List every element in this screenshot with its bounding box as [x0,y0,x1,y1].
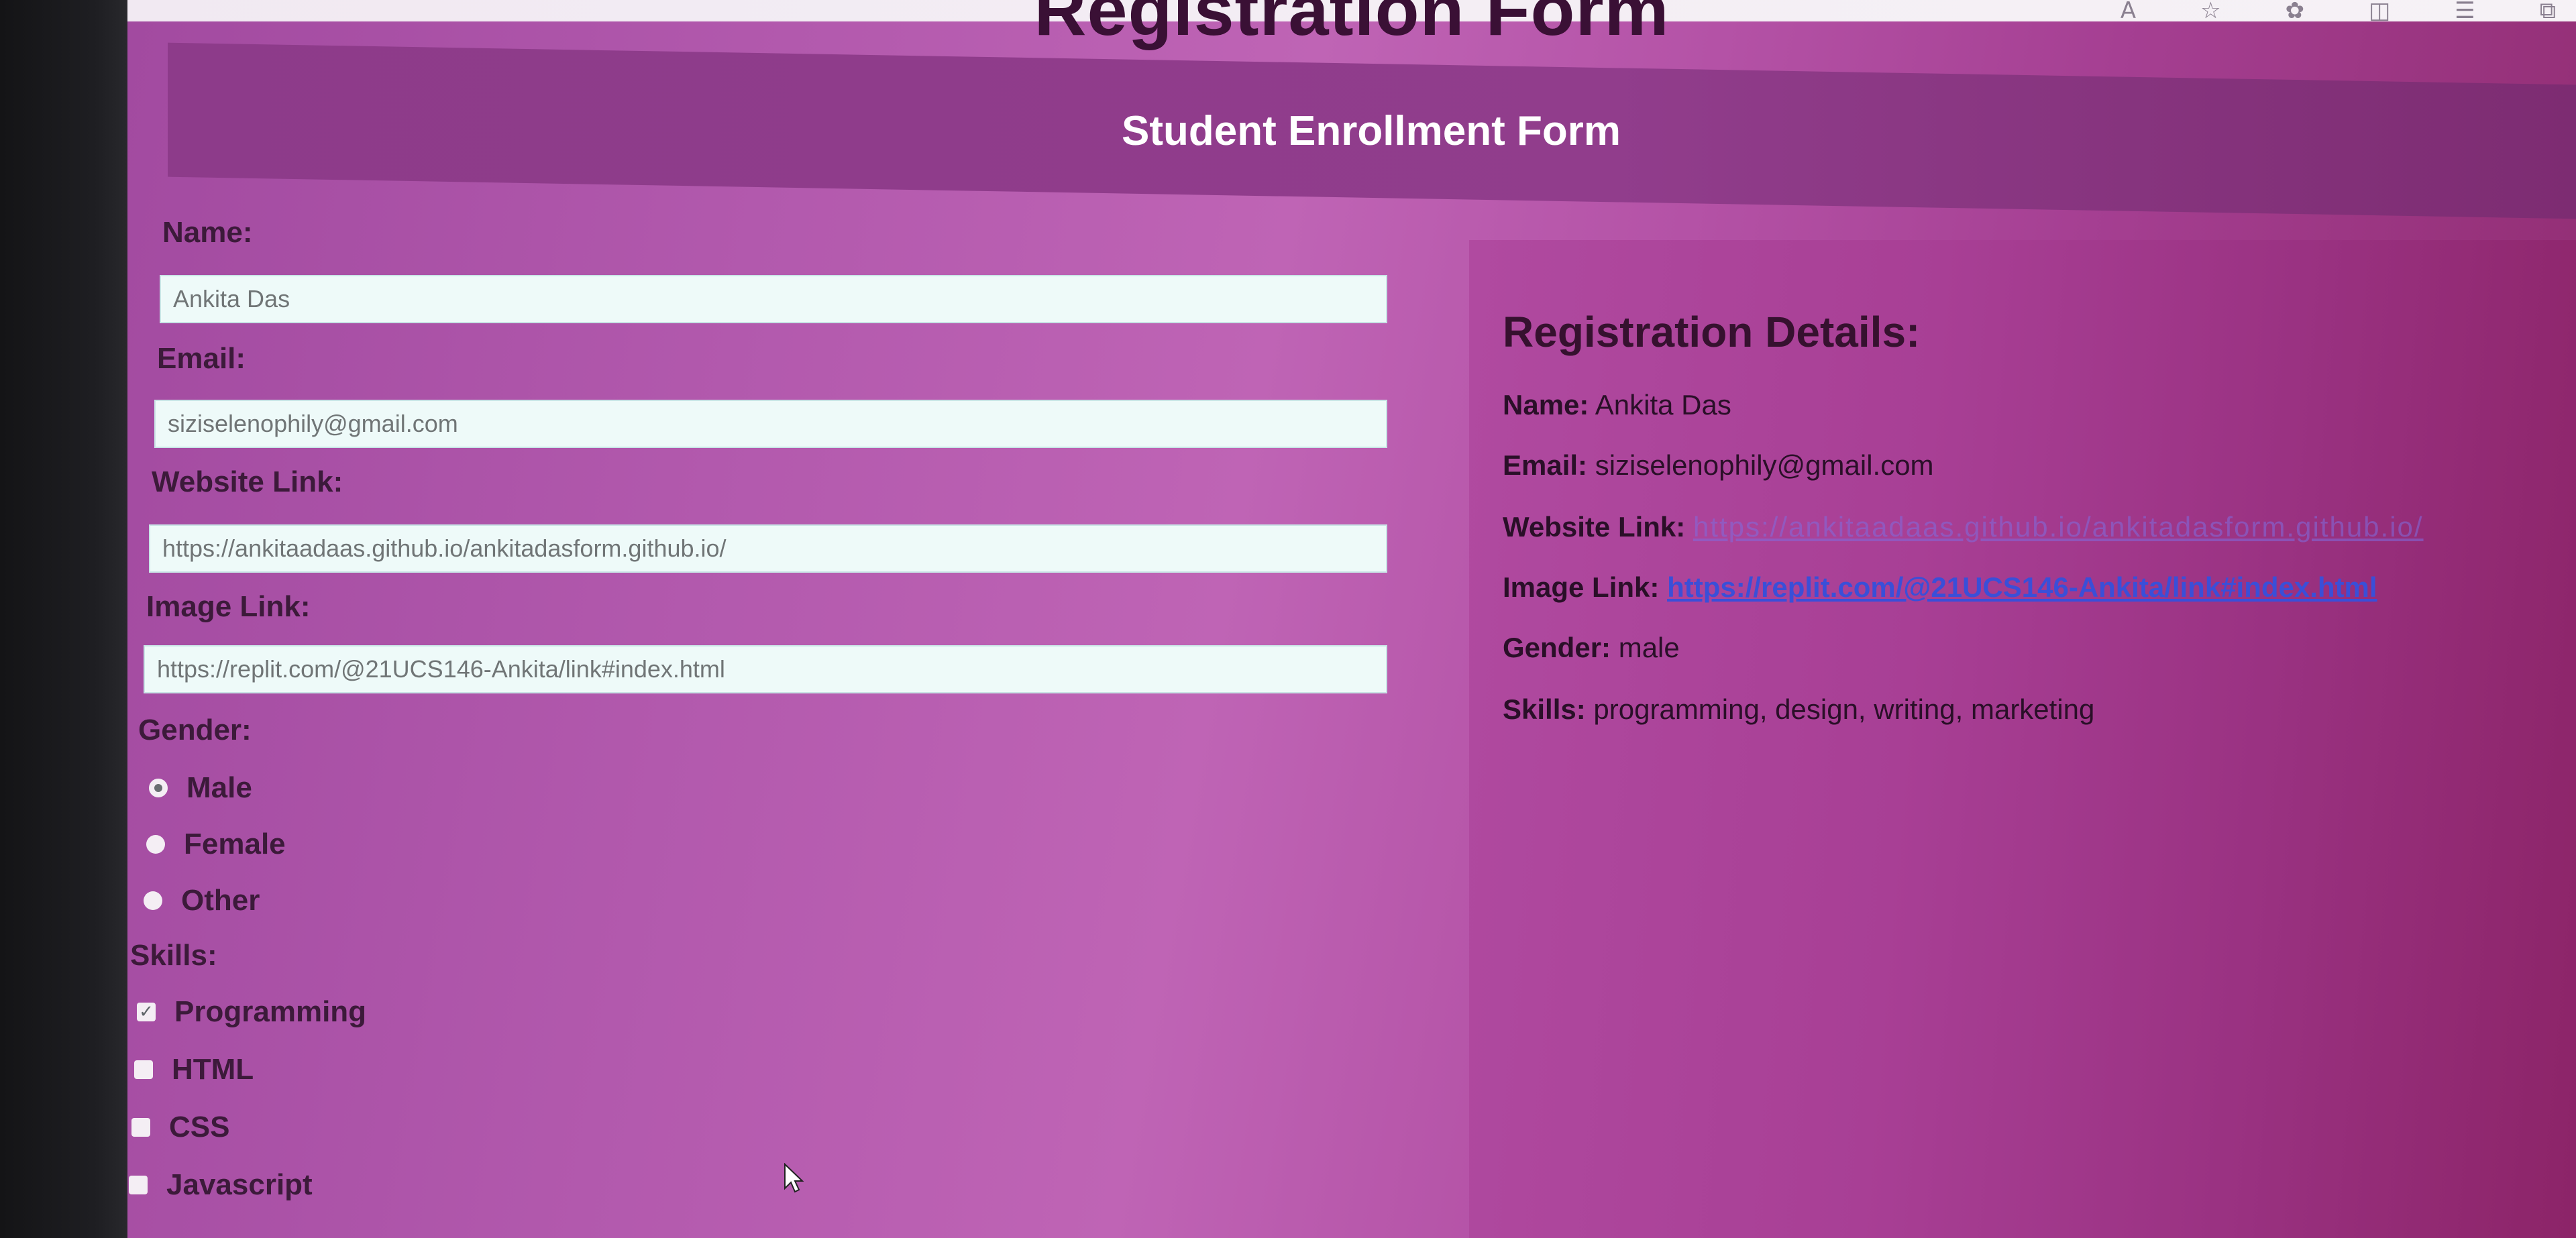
gender-label: Gender: [138,714,252,746]
radio-button[interactable] [146,835,165,854]
website-link[interactable]: https://ankitaadaas.github.io/ankitadasf… [1693,511,2424,543]
detail-email: Email: siziselenophily@gmail.com [1503,449,1934,482]
skills-label: Skills: [130,939,217,972]
detail-key: Website Link: [1503,511,1686,543]
image-link[interactable]: https://replit.com/@21UCS146-Ankita/link… [1667,571,2377,603]
radio-button-checked[interactable] [149,779,168,797]
details-title: Registration Details: [1503,308,1921,356]
monitor-bezel [0,0,134,1238]
detail-value: siziselenophily@gmail.com [1595,449,1934,481]
email-label: Email: [157,342,246,375]
detail-value: male [1618,632,1680,663]
detail-key: Name: [1503,389,1589,420]
page-title: Registration Form [1034,0,1670,50]
detail-value: programming, design, writing, marketing [1593,693,2095,725]
detail-key: Image Link: [1503,571,1660,603]
gender-option-other[interactable]: Other [144,884,260,917]
skill-option-label: CSS [169,1111,230,1143]
gender-option-label: Other [181,884,260,917]
detail-key: Gender: [1503,632,1611,663]
email-input[interactable]: siziselenophily@gmail.com [154,400,1387,448]
skill-option-programming[interactable]: ✓ Programming [137,995,366,1029]
detail-value: Ankita Das [1595,389,1731,420]
skill-option-javascript[interactable]: Javascript [129,1168,313,1202]
detail-key: Skills: [1503,693,1586,725]
detail-website: Website Link: https://ankitaadaas.github… [1503,511,2424,543]
skill-option-label: HTML [172,1053,254,1086]
registration-details-panel: Registration Details: Name: Ankita Das E… [1469,240,2576,1238]
skill-option-label: Programming [174,995,367,1028]
form-header-title: Student Enrollment Form [1122,107,1621,154]
website-input[interactable]: https://ankitaadaas.github.io/ankitadasf… [149,524,1387,573]
checkbox[interactable] [131,1118,150,1137]
mouse-pointer-icon [784,1163,804,1193]
gender-option-female[interactable]: Female [146,828,286,861]
detail-name: Name: Ankita Das [1503,389,1731,421]
skill-option-css[interactable]: CSS [131,1111,229,1144]
detail-key: Email: [1503,449,1588,481]
form-header: Student Enrollment Form [168,42,2576,219]
website-label: Website Link: [152,465,343,498]
detail-image: Image Link: https://replit.com/@21UCS146… [1503,571,2377,604]
checkbox[interactable] [129,1176,148,1194]
image-label: Image Link: [146,590,311,623]
image-input[interactable]: https://replit.com/@21UCS146-Ankita/link… [144,645,1387,693]
name-input[interactable]: Ankita Das [160,275,1387,323]
gender-option-label: Female [184,828,286,860]
browser-viewport: A ☆ ✿ ◫ ☰ ⧉ Registration Form Student En… [127,0,2576,1238]
gender-option-label: Male [186,771,252,804]
skill-option-html[interactable]: HTML [134,1053,254,1086]
detail-skills: Skills: programming, design, writing, ma… [1503,693,2094,726]
name-label: Name: [162,216,253,249]
checkbox-checked[interactable]: ✓ [137,1003,156,1021]
gender-option-male[interactable]: Male [149,771,252,805]
skill-option-label: Javascript [166,1168,313,1201]
enrollment-form: Name: Ankita Das Email: siziselenophily@… [127,201,1402,1238]
checkbox[interactable] [134,1060,153,1079]
detail-gender: Gender: male [1503,632,1680,664]
radio-button[interactable] [144,891,162,910]
